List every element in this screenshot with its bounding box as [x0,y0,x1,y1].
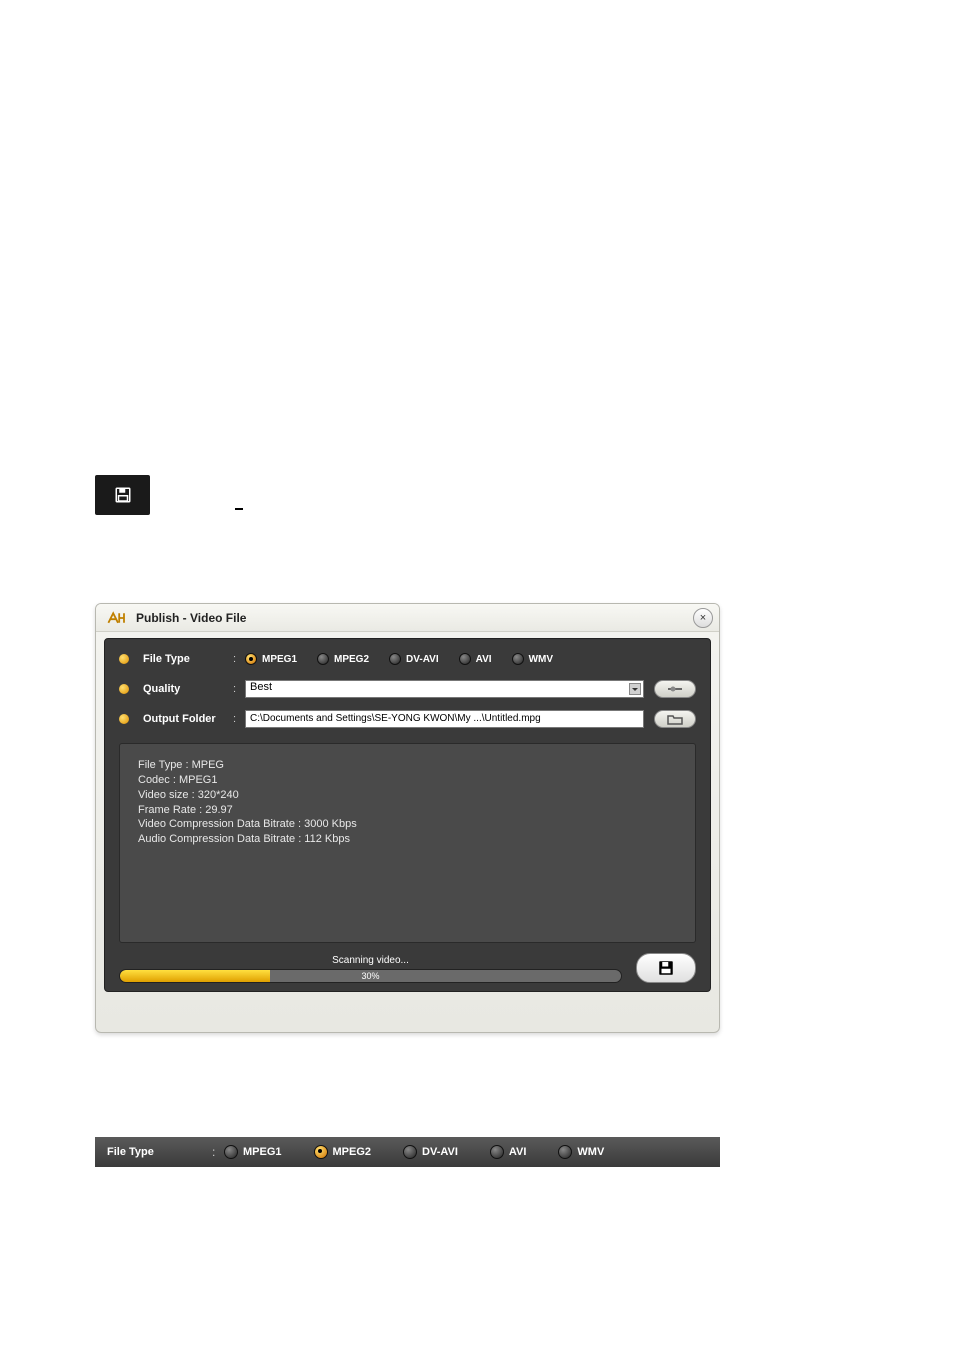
bullet-icon [119,654,129,664]
output-folder-label: Output Folder [143,713,233,725]
browse-button[interactable] [654,710,696,728]
file-type-radio-group: MPEG1 MPEG2 DV-AVI AVI WMV [224,1145,604,1159]
info-line: Codec : MPEG1 [138,773,677,788]
radio-label: AVI [509,1146,527,1158]
radio-mpeg2[interactable]: MPEG2 [317,653,369,665]
file-type-radio-group: MPEG1 MPEG2 DV-AVI AVI WMV [245,653,553,665]
radio-dot-icon [490,1145,504,1159]
colon: : [212,1145,224,1159]
dialog-body: File Type : MPEG1 MPEG2 DV-AVI AVI [104,638,711,992]
radio-dot-icon [512,653,524,665]
floppy-icon [657,959,675,977]
radio-label: MPEG1 [262,654,297,665]
radio-wmv[interactable]: WMV [558,1145,604,1159]
save-button[interactable] [636,953,696,983]
radio-mpeg1[interactable]: MPEG1 [224,1145,282,1159]
chevron-down-icon [629,683,641,695]
radio-dvavi[interactable]: DV-AVI [403,1145,458,1159]
radio-dot-icon [245,653,257,665]
file-type-row-standalone: File Type : MPEG1 MPEG2 DV-AVI AVI WMV [95,1137,720,1167]
radio-avi[interactable]: AVI [490,1145,527,1159]
radio-label: MPEG2 [333,1146,372,1158]
colon: : [233,683,245,695]
colon: : [233,653,245,665]
quality-row: Quality : Best [119,679,696,699]
radio-label: MPEG2 [334,654,369,665]
info-line: Video Compression Data Bitrate : 3000 Kb… [138,817,677,832]
radio-dot-icon [558,1145,572,1159]
close-icon: × [700,612,706,624]
progress-percent: 30% [120,970,621,982]
floppy-icon [114,486,132,504]
bullet-icon [119,714,129,724]
radio-wmv[interactable]: WMV [512,653,553,665]
progress-column: Scanning video... 30% [119,955,622,983]
decorative-dash [235,508,243,510]
quality-value: Best [250,681,272,693]
radio-dot-icon [459,653,471,665]
slider-icon [667,684,683,694]
file-type-row: File Type : MPEG1 MPEG2 DV-AVI AVI [119,649,696,669]
radio-mpeg2[interactable]: MPEG2 [314,1145,372,1159]
dialog-title: Publish - Video File [136,611,246,625]
radio-label: DV-AVI [406,654,439,665]
radio-label: AVI [476,654,492,665]
dialog-titlebar: Publish - Video File × [96,604,719,632]
progress-status: Scanning video... [119,955,622,966]
output-folder-input[interactable]: C:\Documents and Settings\SE-YONG KWON\M… [245,710,644,728]
progress-bar: 30% [119,969,622,983]
publish-dialog: Publish - Video File × File Type : MPEG1… [95,603,720,1033]
bullet-icon [119,684,129,694]
radio-mpeg1[interactable]: MPEG1 [245,653,297,665]
radio-avi[interactable]: AVI [459,653,492,665]
encoding-info-box: File Type : MPEG Codec : MPEG1 Video siz… [119,743,696,943]
output-folder-row: Output Folder : C:\Documents and Setting… [119,709,696,729]
info-line: Video size : 320*240 [138,788,677,803]
radio-label: WMV [577,1146,604,1158]
close-button[interactable]: × [693,608,713,628]
radio-dvavi[interactable]: DV-AVI [389,653,439,665]
radio-dot-icon [317,653,329,665]
radio-label: MPEG1 [243,1146,282,1158]
quality-settings-button[interactable] [654,680,696,698]
colon: : [233,713,245,725]
folder-open-icon [667,713,683,725]
radio-dot-icon [314,1145,328,1159]
app-logo-icon [106,610,130,626]
radio-label: WMV [529,654,553,665]
radio-label: DV-AVI [422,1146,458,1158]
file-type-label: File Type [107,1146,212,1158]
info-line: Frame Rate : 29.97 [138,803,677,818]
progress-area: Scanning video... 30% [119,953,696,983]
info-line: File Type : MPEG [138,758,677,773]
radio-dot-icon [389,653,401,665]
quality-label: Quality [143,683,233,695]
file-type-label: File Type [143,653,233,665]
quality-select[interactable]: Best [245,680,644,698]
save-icon-small [95,475,150,515]
radio-dot-icon [224,1145,238,1159]
info-line: Audio Compression Data Bitrate : 112 Kbp… [138,832,677,847]
radio-dot-icon [403,1145,417,1159]
